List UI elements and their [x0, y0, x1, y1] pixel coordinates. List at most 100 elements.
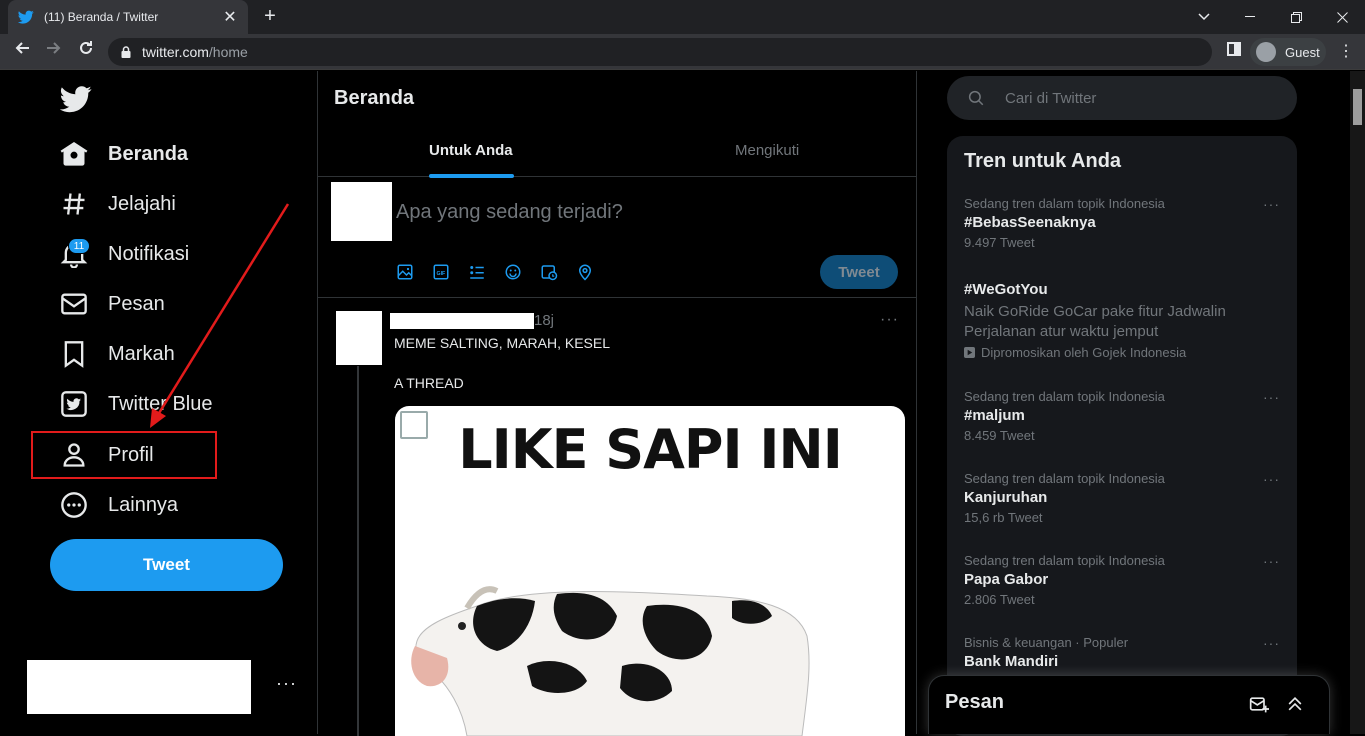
new-message-icon[interactable]: [1249, 694, 1269, 714]
page-scrollbar[interactable]: [1350, 71, 1365, 734]
browser-tab[interactable]: (11) Beranda / Twitter ✕: [8, 0, 248, 34]
post-text-line: MEME SALTING, MARAH, KESEL: [394, 335, 611, 351]
bookmark-icon: [64, 341, 84, 368]
trend-count: 15,6 rb Tweet: [964, 510, 1043, 525]
tab-search-icon[interactable]: [1181, 0, 1227, 34]
trend-more-icon[interactable]: ···: [1263, 635, 1280, 651]
back-icon[interactable]: [10, 40, 34, 64]
active-tab-indicator: [429, 174, 514, 178]
compose-tweet-button[interactable]: Tweet: [820, 255, 898, 289]
account-more-icon[interactable]: ···: [276, 673, 297, 694]
trend-context: Bisnis & keuangan · Populer: [964, 635, 1129, 650]
post-avatar[interactable]: [336, 311, 382, 365]
twitter-page: Beranda Jelajahi Notifikasi Pesan Markah…: [0, 71, 1350, 736]
browser-tab-strip: (11) Beranda / Twitter ✕ +: [0, 0, 1365, 34]
trend-item[interactable]: Sedang tren dalam topik Indonesia #Bebas…: [964, 196, 1284, 250]
minimize-icon[interactable]: [1227, 0, 1273, 34]
trend-name: Kanjuruhan: [964, 489, 1048, 506]
home-icon: [60, 141, 88, 166]
timeline: Beranda Untuk Anda Mengikuti Apa yang se…: [318, 71, 917, 736]
address-bar[interactable]: twitter.com/home: [108, 38, 1212, 66]
tab-untuk-anda[interactable]: Untuk Anda: [429, 124, 513, 177]
promoted-label: Dipromosikan oleh Gojek Indonesia: [981, 345, 1187, 360]
trend-name: #BebasSeenaknya: [964, 214, 1096, 231]
twitter-blue-icon: [61, 391, 87, 417]
promoted-icon: [964, 347, 975, 358]
lock-icon: [121, 46, 131, 58]
trend-item[interactable]: Sedang tren dalam topik Indonesia Papa G…: [964, 553, 1284, 607]
nav-item-beranda[interactable]: Beranda: [60, 134, 188, 174]
tab-title: (11) Beranda / Twitter: [44, 10, 159, 24]
trends-panel: Tren untuk Anda Sedang tren dalam topik …: [947, 136, 1297, 736]
thread-line: [357, 366, 359, 736]
trend-count: 2.806 Tweet: [964, 592, 1035, 607]
trend-item[interactable]: Bisnis & keuangan · Populer Bank Mandiri…: [964, 635, 1284, 670]
location-icon[interactable]: [576, 261, 612, 283]
search-icon: [968, 90, 984, 106]
trend-context: Sedang tren dalam topik Indonesia: [964, 553, 1165, 568]
emoji-icon[interactable]: [504, 261, 540, 283]
nav-label: Beranda: [108, 142, 189, 165]
gif-icon[interactable]: GIF: [432, 261, 468, 283]
notification-badge: 11: [68, 238, 90, 254]
schedule-icon[interactable]: [540, 261, 576, 283]
trend-more-icon[interactable]: ···: [1263, 553, 1280, 569]
trend-context: Sedang tren dalam topik Indonesia: [964, 389, 1165, 404]
twitter-logo-icon[interactable]: [60, 83, 92, 115]
twitter-favicon-icon: [18, 10, 34, 24]
trend-more-icon[interactable]: ···: [1263, 471, 1280, 487]
profile-chip[interactable]: Guest: [1250, 38, 1326, 66]
search-input[interactable]: Cari di Twitter: [947, 76, 1297, 120]
post-image[interactable]: LIKE SAPI INI: [395, 406, 905, 736]
trend-promoted: Dipromosikan oleh Gojek Indonesia: [964, 345, 1284, 360]
tweet-button[interactable]: Tweet: [50, 539, 283, 591]
new-tab-button[interactable]: +: [258, 4, 282, 28]
url-host: twitter.com: [142, 44, 209, 60]
trend-item[interactable]: Sedang tren dalam topik Indonesia #malju…: [964, 389, 1284, 443]
trend-item-promoted[interactable]: #WeGotYou Naik GoRide GoCar pake fitur J…: [964, 281, 1284, 360]
post-text-line: A THREAD: [394, 375, 464, 391]
trend-more-icon[interactable]: ···: [1263, 196, 1280, 212]
restore-icon[interactable]: [1273, 0, 1319, 34]
browser-menu-icon[interactable]: ⋮: [1334, 40, 1358, 64]
profile-label: Guest: [1285, 44, 1320, 60]
account-switcher-redacted[interactable]: [27, 660, 251, 714]
divider: [318, 297, 916, 298]
compose-input[interactable]: Apa yang sedang terjadi?: [396, 201, 623, 224]
trend-name: #maljum: [964, 407, 1025, 424]
post-time[interactable]: 18j: [534, 312, 554, 329]
post-author-redacted[interactable]: [390, 313, 534, 329]
tab-close-icon[interactable]: ✕: [222, 7, 238, 27]
svg-text:GIF: GIF: [437, 271, 447, 277]
close-window-icon[interactable]: [1319, 0, 1365, 34]
trend-name: Bank Mandiri: [964, 653, 1059, 670]
mail-icon: [61, 293, 87, 315]
reload-icon[interactable]: [74, 40, 98, 64]
tab-mengikuti[interactable]: Mengikuti: [735, 124, 799, 177]
side-panel-icon[interactable]: [1222, 40, 1246, 64]
compose-avatar[interactable]: [331, 182, 392, 241]
media-icon[interactable]: [396, 261, 432, 283]
browser-toolbar: twitter.com/home Guest ⋮: [0, 34, 1365, 70]
trends-title: Tren untuk Anda: [964, 150, 1122, 172]
nav-item-lainnya[interactable]: Lainnya: [60, 485, 178, 525]
trend-name: #WeGotYou: [964, 281, 1048, 298]
image-headline: LIKE SAPI INI: [458, 418, 843, 481]
profile-highlight-box: [31, 431, 217, 479]
poll-icon[interactable]: [468, 261, 504, 283]
trend-count: 9.497 Tweet: [964, 235, 1035, 250]
trend-more-icon[interactable]: ···: [1263, 389, 1280, 405]
trend-context: Sedang tren dalam topik Indonesia: [964, 196, 1165, 211]
cow-illustration: [411, 586, 810, 736]
expand-up-icon[interactable]: [1285, 694, 1305, 714]
forward-icon[interactable]: [42, 40, 66, 64]
trend-name: Papa Gabor: [964, 571, 1049, 588]
trend-item[interactable]: Sedang tren dalam topik Indonesia Kanjur…: [964, 471, 1284, 525]
post-more-icon[interactable]: ···: [880, 311, 899, 329]
page-title: Beranda: [334, 87, 415, 109]
scrollbar-thumb[interactable]: [1353, 89, 1362, 125]
more-circle-icon: [61, 492, 87, 518]
messages-drawer[interactable]: Pesan: [928, 675, 1330, 734]
search-placeholder: Cari di Twitter: [1005, 89, 1097, 107]
trend-count: 8.459 Tweet: [964, 428, 1035, 443]
